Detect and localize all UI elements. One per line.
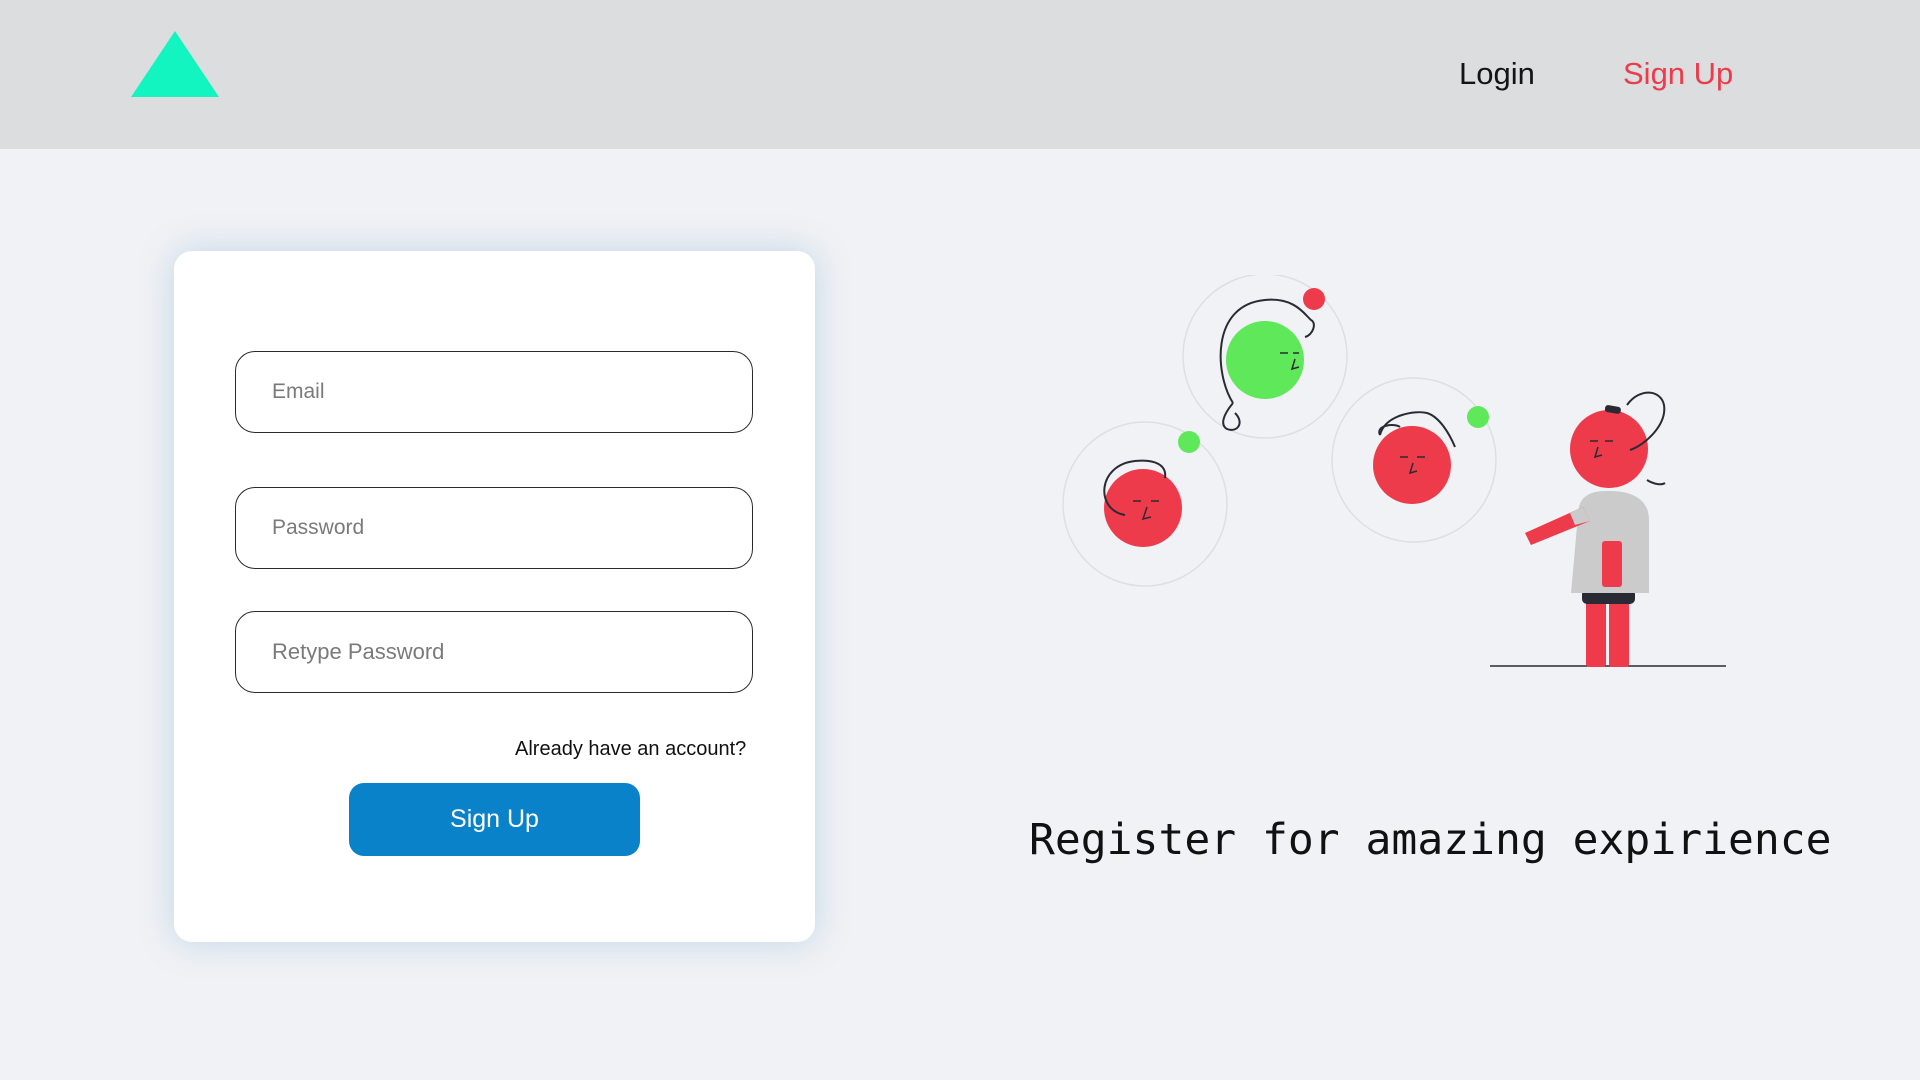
hero-tagline: Register for amazing expirience [1029, 815, 1832, 865]
already-have-account-link[interactable]: Already have an account? [515, 738, 753, 761]
signup-card: Already have an account? Sign Up [174, 251, 815, 942]
password-field-box [235, 487, 753, 569]
retype-password-field-box [235, 611, 753, 693]
password-input[interactable] [236, 488, 752, 568]
nav-signup-link[interactable]: Sign Up [1623, 54, 1733, 94]
nav-login-link[interactable]: Login [1459, 54, 1535, 94]
retype-password-input[interactable] [236, 612, 752, 692]
people-chat-illustration [1062, 275, 1726, 667]
signup-submit-button[interactable]: Sign Up [349, 783, 640, 856]
top-header: Login Sign Up [0, 0, 1920, 149]
triangle-logo-icon[interactable] [131, 31, 219, 97]
email-field-box [235, 351, 753, 433]
email-input[interactable] [236, 352, 752, 432]
